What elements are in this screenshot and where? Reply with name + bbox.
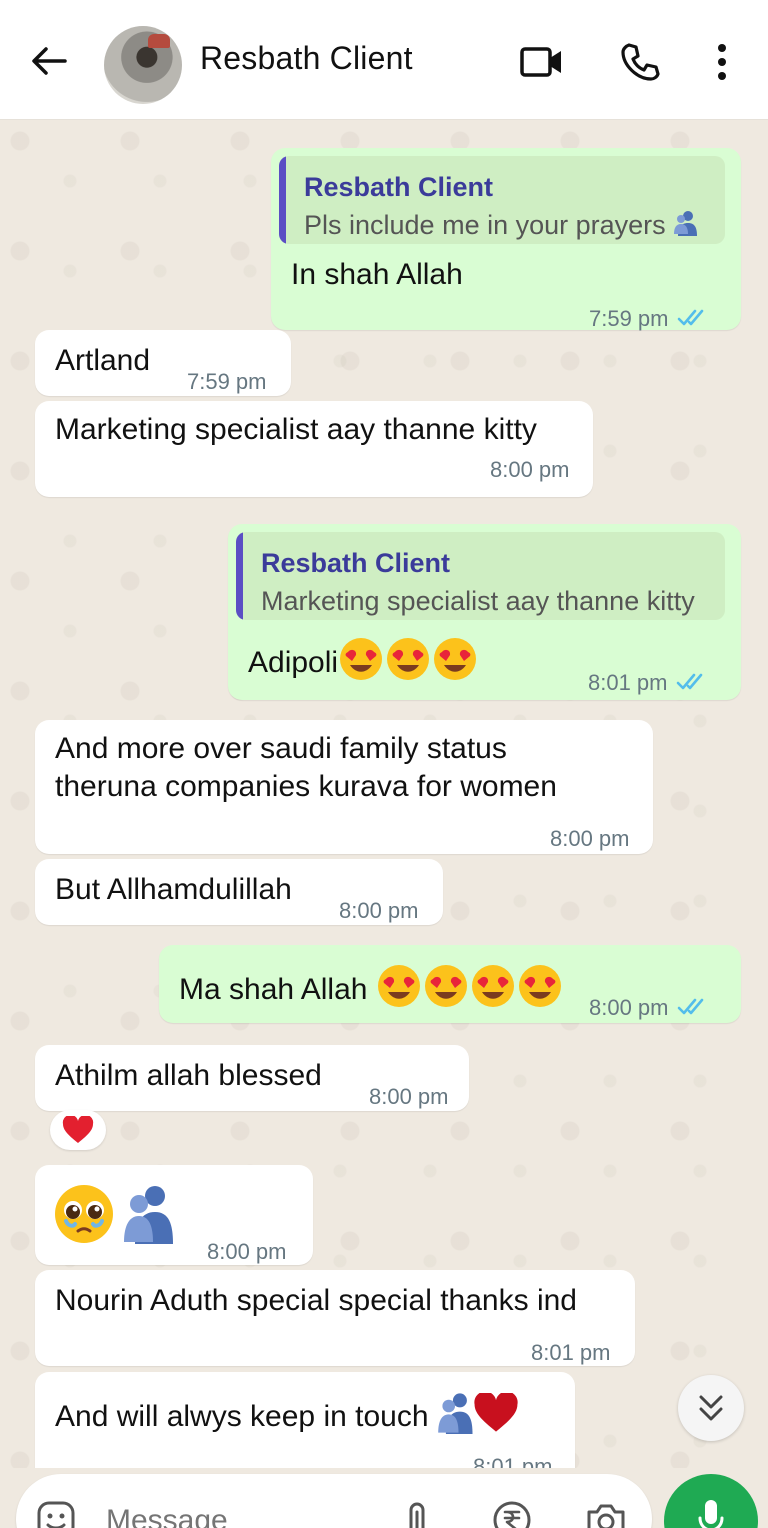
message-text: In shah Allah bbox=[291, 258, 463, 291]
message-bubble-incoming[interactable]: Marketing specialist aay thanne kitty 8:… bbox=[35, 401, 593, 497]
quote-bar bbox=[236, 532, 243, 620]
voice-record-button[interactable] bbox=[664, 1474, 758, 1528]
message-text: Adipoli bbox=[248, 636, 478, 692]
message-bubble-incoming[interactable]: And will alwys keep in touch 8:01 pm bbox=[35, 1372, 575, 1468]
contact-avatar[interactable] bbox=[104, 26, 182, 104]
quoted-message[interactable]: Resbath Client Pls include me in your pr… bbox=[279, 156, 725, 244]
quote-text: Pls include me in your prayers bbox=[304, 206, 698, 244]
double-chevron-down-icon bbox=[699, 1395, 723, 1421]
message-bubble-outgoing[interactable]: Resbath Client Marketing specialist aay … bbox=[228, 524, 741, 700]
message-bubble-incoming[interactable]: Nourin Aduth special special thanks ind … bbox=[35, 1270, 635, 1366]
message-bubble-incoming[interactable]: But Allhamdulillah 8:00 pm bbox=[35, 859, 443, 925]
message-bubble-outgoing[interactable]: Resbath Client Pls include me in your pr… bbox=[271, 148, 741, 331]
message-text: Artland bbox=[55, 344, 151, 377]
message-bubble-incoming[interactable]: Athilm allah blessed 8:00 pm bbox=[35, 1045, 469, 1111]
scroll-to-bottom-button[interactable] bbox=[678, 1375, 744, 1441]
chat-header: Resbath Client bbox=[0, 0, 768, 120]
heart-eyes-emoji-icon bbox=[338, 636, 478, 692]
message-text: And will alwys keep in touch bbox=[55, 1391, 519, 1444]
quote-author: Resbath Client bbox=[261, 548, 451, 578]
mic-icon bbox=[698, 1500, 724, 1528]
rupee-payment-icon[interactable] bbox=[490, 1498, 534, 1528]
message-bubble-incoming[interactable]: And more over saudi family status therun… bbox=[35, 720, 653, 854]
more-vert-icon[interactable] bbox=[698, 38, 746, 86]
message-emojis bbox=[53, 1183, 174, 1255]
message-time: 8:00 pm bbox=[589, 989, 709, 1028]
red-heart-icon bbox=[473, 1391, 519, 1443]
message-bubble-outgoing[interactable]: Ma shah Allah 8:00 pm bbox=[159, 945, 741, 1023]
message-bubble-incoming[interactable]: 8:00 pm bbox=[35, 1165, 313, 1265]
pleading-face-icon bbox=[53, 1183, 115, 1255]
camera-icon[interactable] bbox=[584, 1498, 628, 1528]
back-arrow-icon[interactable] bbox=[28, 40, 70, 82]
message-time: 8:00 pm bbox=[369, 1084, 449, 1109]
people-hugging-icon bbox=[123, 1184, 174, 1254]
message-time: 8:01 pm bbox=[588, 664, 708, 703]
quoted-message[interactable]: Resbath Client Marketing specialist aay … bbox=[236, 532, 725, 620]
read-receipt-icon bbox=[677, 990, 709, 1028]
message-text: Marketing specialist aay thanne kitty bbox=[55, 413, 537, 446]
message-time: 8:00 pm bbox=[550, 826, 630, 851]
message-text-line: And more over saudi family status bbox=[55, 732, 507, 765]
quote-bar bbox=[279, 156, 286, 244]
phone-icon[interactable] bbox=[616, 38, 664, 86]
message-bubble-incoming[interactable]: Artland 7:59 pm bbox=[35, 330, 291, 396]
contact-name[interactable]: Resbath Client bbox=[200, 40, 413, 77]
message-time: 8:00 pm bbox=[207, 1239, 287, 1264]
message-composer bbox=[16, 1474, 652, 1528]
message-text: Athilm allah blessed bbox=[55, 1059, 322, 1092]
message-text: But Allhamdulillah bbox=[55, 873, 292, 906]
message-text: Nourin Aduth special special thanks ind bbox=[55, 1284, 577, 1317]
message-text: Ma shah Allah bbox=[179, 963, 562, 1019]
message-time: 8:01 pm bbox=[473, 1454, 553, 1468]
quote-text: Marketing specialist aay thanne kitty bbox=[261, 586, 695, 616]
message-text-line: theruna companies kurava for women bbox=[55, 770, 557, 803]
reaction-heart[interactable] bbox=[50, 1110, 106, 1150]
read-receipt-icon bbox=[676, 665, 708, 703]
people-hugging-icon bbox=[437, 1392, 473, 1444]
chat-area: Resbath Client Pls include me in your pr… bbox=[0, 121, 768, 1468]
message-time: 8:00 pm bbox=[339, 898, 419, 923]
attach-icon[interactable] bbox=[396, 1498, 440, 1528]
people-hugging-icon bbox=[673, 208, 698, 244]
message-time: 7:59 pm bbox=[187, 369, 267, 394]
message-input[interactable] bbox=[106, 1504, 366, 1528]
heart-icon bbox=[62, 1116, 94, 1143]
message-time: 8:01 pm bbox=[531, 1340, 611, 1365]
emoji-sticker-icon[interactable] bbox=[34, 1498, 78, 1528]
message-time: 7:59 pm bbox=[589, 300, 709, 339]
message-time: 8:00 pm bbox=[490, 457, 570, 482]
video-call-icon[interactable] bbox=[518, 38, 566, 86]
quote-author: Resbath Client bbox=[304, 172, 494, 202]
heart-eyes-emoji-icon bbox=[376, 963, 562, 1019]
read-receipt-icon bbox=[677, 301, 709, 339]
